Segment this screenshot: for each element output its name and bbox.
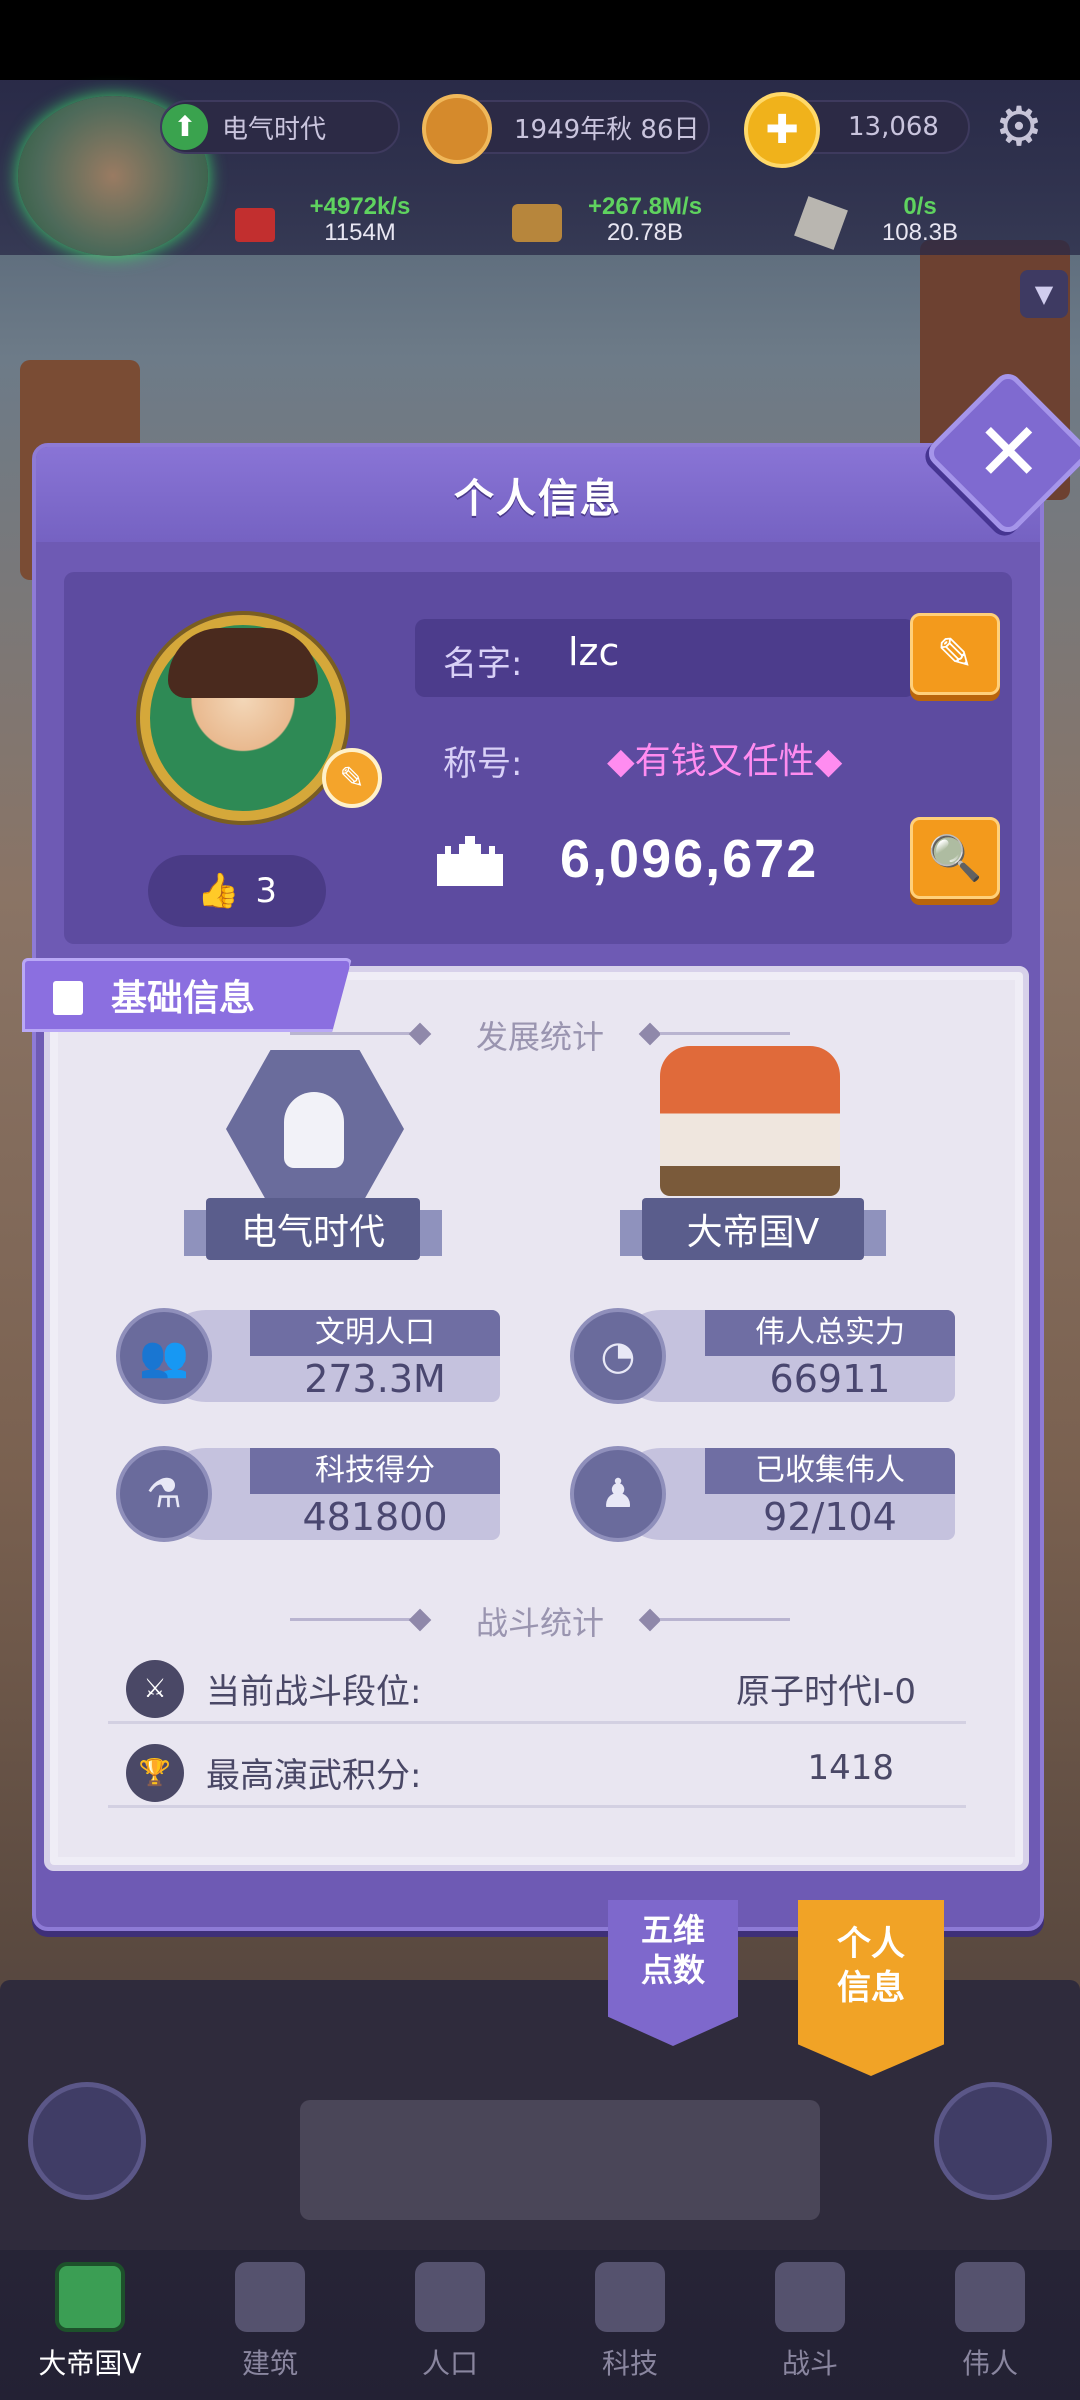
- name-label: 名字:: [443, 644, 523, 684]
- nav-label: 战斗: [781, 2347, 838, 2380]
- edit-name-button[interactable]: ✎: [910, 613, 1000, 695]
- gold-coin-icon[interactable]: ✚: [744, 92, 820, 168]
- castle-icon: [55, 2262, 125, 2332]
- book-icon: [595, 2262, 665, 2332]
- upgrade-arrow-icon: ⬆: [162, 104, 208, 150]
- dropdown-toggle-icon[interactable]: ▼: [1020, 270, 1068, 318]
- resource-3: 0/s 108.3B: [881, 193, 959, 246]
- modal-header: 个人信息: [36, 447, 1040, 542]
- flask-icon: ⚗: [116, 1446, 212, 1542]
- stat-greatpeople-power: 伟人总实力 66911: [615, 1310, 955, 1402]
- lightbulb-icon: [284, 1092, 344, 1168]
- empire-building-icon: [660, 1046, 840, 1196]
- nav-buildings[interactable]: 建筑: [180, 2262, 360, 2400]
- nav-label: 建筑: [241, 2347, 298, 2380]
- nav-population[interactable]: 人口: [360, 2262, 540, 2400]
- divider: [660, 1618, 790, 1621]
- stat-collected-greatpeople: 已收集伟人 92/104: [615, 1448, 955, 1540]
- crossed-swords-icon: [775, 2262, 845, 2332]
- battle-stats-title: 战斗统计: [475, 1604, 604, 1642]
- nav-tech[interactable]: 科技: [540, 2262, 720, 2400]
- wood-icon: [512, 204, 562, 242]
- house-icon: [235, 2262, 305, 2332]
- friends-button[interactable]: [28, 2082, 146, 2200]
- mascot-button[interactable]: [934, 2082, 1052, 2200]
- nav-label: 科技: [601, 2347, 658, 2380]
- empire-ribbon: 大帝国V: [642, 1198, 864, 1260]
- date-text: 1949年秋 86日: [514, 114, 700, 145]
- nav-empire[interactable]: 大帝国V: [0, 2262, 180, 2400]
- red-brick-icon: [235, 208, 275, 242]
- nav-label: 伟人: [961, 2347, 1018, 2380]
- resource-1: +4972k/s 1154M: [309, 193, 411, 246]
- crossed-swords-icon: ⚔: [126, 1660, 184, 1718]
- nav-label: 人口: [421, 2347, 478, 2380]
- modal-title: 个人信息: [454, 475, 622, 522]
- personal-info-tab[interactable]: 个人 信息: [798, 1900, 944, 2076]
- likes-count: 3: [255, 871, 277, 911]
- avatar-hair: [168, 628, 318, 698]
- search-button[interactable]: 🔍: [910, 817, 1000, 899]
- personal-info-label: 个人 信息: [837, 1924, 905, 2008]
- dev-stats-title: 发展统计: [475, 1018, 604, 1056]
- name-value: lzc: [568, 630, 620, 674]
- battle-rank-label: 当前战斗段位:: [206, 1672, 422, 1712]
- title-value: ◆有钱又任性◆: [607, 741, 843, 782]
- battle-max-row: 🏆 最高演武积分: 1418: [108, 1732, 966, 1808]
- battle-max-label: 最高演武积分:: [206, 1756, 422, 1796]
- divider: [660, 1032, 790, 1035]
- people-icon: 👥: [116, 1308, 212, 1404]
- nav-greatpeople[interactable]: 伟人: [900, 2262, 1080, 2400]
- era-ribbon: 电气时代: [206, 1198, 420, 1260]
- battle-max-value: 1418: [807, 1748, 894, 1788]
- title-label: 称号:: [443, 744, 523, 784]
- era-text: 电气时代: [222, 114, 327, 145]
- edit-avatar-button[interactable]: ✎: [322, 748, 382, 808]
- thumbs-up-icon: 👍: [197, 871, 240, 911]
- nav-battle[interactable]: 战斗: [720, 2262, 900, 2400]
- document-icon: [53, 981, 83, 1015]
- pencil-icon: ✎: [936, 628, 974, 680]
- five-dim-label: 五维 点数: [640, 1911, 705, 1989]
- pencil-icon: ✎: [339, 760, 365, 796]
- power-value: 6,096,672: [560, 829, 819, 889]
- resource-2: +267.8M/s 20.78B: [587, 193, 703, 246]
- person-icon: ♟: [570, 1446, 666, 1542]
- five-dim-points-tab[interactable]: 五维 点数: [608, 1900, 738, 2046]
- likes-button[interactable]: 👍 3: [148, 855, 326, 927]
- magnifier-icon: 🔍: [927, 833, 983, 884]
- battle-rank-value: 原子时代Ⅰ-0: [736, 1672, 916, 1712]
- statue-icon: [955, 2262, 1025, 2332]
- trophy-icon: 🏆: [126, 1744, 184, 1802]
- battle-rank-row: ⚔ 当前战斗段位: 原子时代Ⅰ-0: [108, 1648, 966, 1724]
- nav-label: 大帝国V: [38, 2347, 142, 2380]
- castle-icon: [435, 830, 505, 886]
- power-icon: ◔: [570, 1308, 666, 1404]
- person-head-icon: [415, 2262, 485, 2332]
- close-icon: ✕: [975, 405, 1043, 499]
- settings-gear-icon[interactable]: ⚙: [990, 98, 1048, 156]
- gold-text: 13,068: [848, 112, 939, 142]
- season-leaf-icon: [422, 94, 492, 164]
